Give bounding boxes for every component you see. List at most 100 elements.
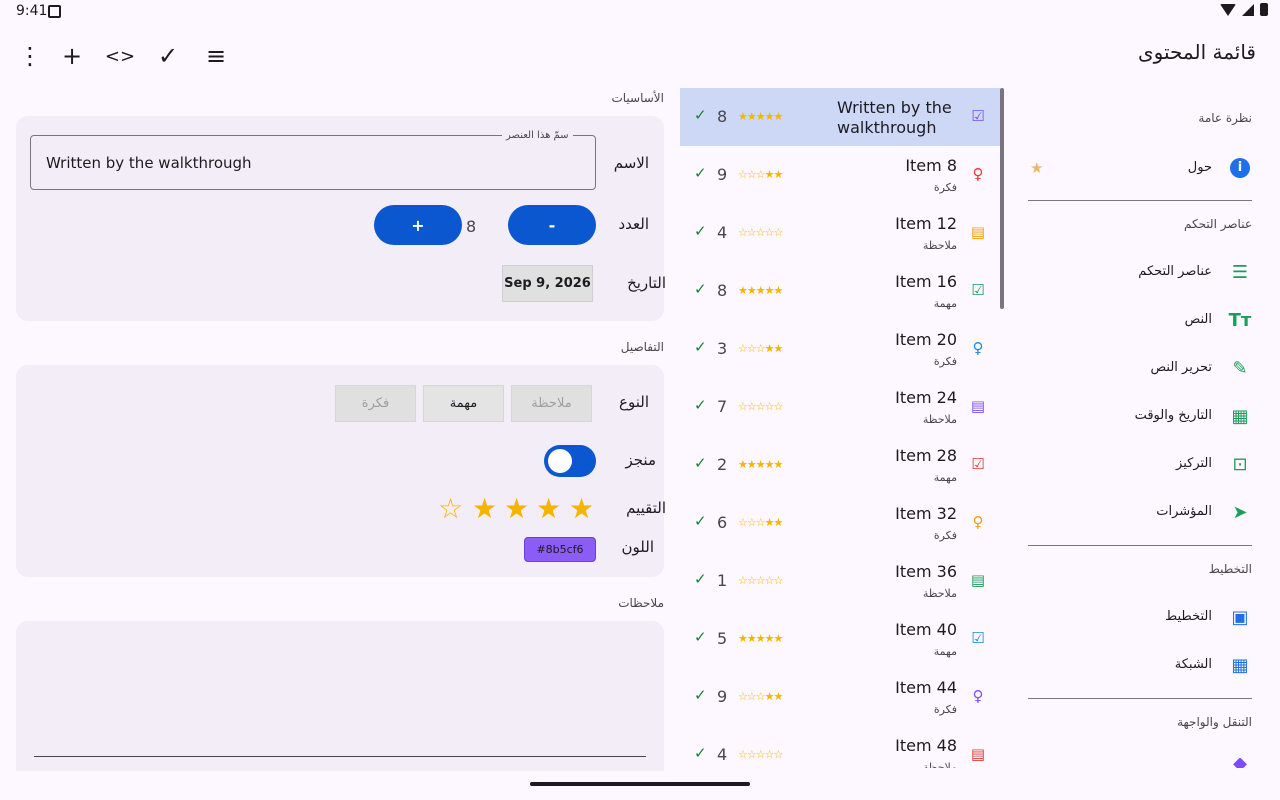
- list-item-count: 4: [717, 223, 728, 242]
- type-label: النوع: [619, 393, 649, 411]
- check-button[interactable]: ✓: [152, 40, 184, 72]
- list-item[interactable]: ✓ 1 ☆☆☆☆☆ Item 36 ملاحظة ▤: [680, 552, 1000, 610]
- nav-item-focus[interactable]: التركيز: [1176, 456, 1212, 471]
- list-item-subtitle: ملاحظة: [922, 761, 957, 768]
- list-item-subtitle: ملاحظة: [922, 587, 957, 600]
- details-section-label: التفاصيل: [620, 340, 664, 354]
- list-item[interactable]: ✓ 7 ☆☆☆☆☆ Item 24 ملاحظة ▤: [680, 378, 1000, 436]
- nav-item-layout[interactable]: التخطيط: [1165, 609, 1212, 624]
- color-picker-button[interactable]: #8b5cf6: [524, 537, 596, 562]
- list-item-type-icon: ☑: [971, 455, 985, 473]
- list-item[interactable]: ✓ 5 ★★★★★ Item 40 مهمة ☑: [680, 610, 1000, 668]
- list-item-count: 9: [717, 165, 728, 184]
- list-item[interactable]: ✓ 6 ☆☆☆★★ Item 32 فكرة ♀: [680, 494, 1000, 552]
- type-option-note[interactable]: ملاحظة: [511, 385, 592, 422]
- list-item-type-icon: ▤: [970, 745, 986, 763]
- info-icon: i: [1228, 156, 1252, 180]
- list-item[interactable]: ✓ 4 ☆☆☆☆☆ Item 48 ملاحظة ▤: [680, 726, 1000, 768]
- list-item-count: 9: [717, 687, 728, 706]
- decrement-button[interactable]: -: [508, 205, 596, 245]
- rating-star-2[interactable]: ★: [536, 493, 561, 525]
- more-vert-icon: ⋮: [18, 42, 42, 70]
- list-item-subtitle: مهمة: [933, 645, 957, 658]
- filter-icon: ≡: [205, 42, 227, 70]
- rating-star-5[interactable]: ☆: [438, 493, 463, 525]
- notes-input[interactable]: [16, 621, 664, 771]
- rating-star-4[interactable]: ★: [472, 493, 497, 525]
- count-value: 8: [466, 217, 477, 236]
- list-item[interactable]: ✓ 8 ★★★★★ Item 16 مهمة ☑: [680, 262, 1000, 320]
- rating-star-3[interactable]: ★: [504, 493, 529, 525]
- list-item-subtitle: مهمة: [933, 297, 957, 310]
- list-item[interactable]: ✓ 2 ★★★★★ Item 28 مهمة ☑: [680, 436, 1000, 494]
- list-item-count: 1: [717, 571, 728, 590]
- check-icon: ✓: [694, 396, 707, 414]
- list-item[interactable]: ✓ 4 ☆☆☆☆☆ Item 12 ملاحظة ▤: [680, 204, 1000, 262]
- home-indicator[interactable]: [530, 782, 750, 786]
- list-item-count: 7: [717, 397, 728, 416]
- list-item-type-icon: ▤: [970, 571, 986, 589]
- filter-button[interactable]: ≡: [200, 40, 232, 72]
- type-option-task[interactable]: مهمة: [423, 385, 504, 422]
- list-item-rating: ☆☆☆☆☆: [738, 226, 783, 239]
- list-item[interactable]: ✓ 3 ☆☆☆★★ Item 20 فكرة ♀: [680, 320, 1000, 378]
- wifi-icon: [1220, 3, 1236, 16]
- nav-item-controls[interactable]: عناصر التحكم: [1138, 264, 1212, 279]
- list-item-rating: ★★★★★: [738, 632, 783, 645]
- list-item[interactable]: ✓ 9 ☆☆☆★★ Item 8 فكرة ♀: [680, 146, 1000, 204]
- text-fields-icon: Tт: [1228, 309, 1252, 331]
- date-picker-button[interactable]: Sep 9, 2026: [502, 265, 593, 302]
- add-button[interactable]: +: [56, 40, 88, 72]
- nav-item-text[interactable]: النص: [1185, 312, 1212, 327]
- dashboard-icon: ▣: [1231, 606, 1249, 628]
- list-item-subtitle: فكرة: [933, 355, 957, 368]
- count-label: العدد: [618, 215, 649, 233]
- list-item-title: Item 8: [905, 156, 957, 175]
- edit-document-icon: ✎: [1232, 357, 1248, 379]
- code-button[interactable]: <>: [104, 40, 136, 72]
- nav-header-navigation: التنقل والواجهة: [1177, 715, 1252, 729]
- list-item-subtitle: فكرة: [933, 529, 957, 542]
- name-input-value: Written by the walkthrough: [46, 154, 252, 172]
- list-item-type-icon: ▤: [970, 223, 986, 241]
- item-list[interactable]: ✓ 8 ★★★★★ Written by the walkthrough ☑ ✓ 9 ☆☆☆★…: [680, 88, 1000, 768]
- nav-item-about[interactable]: حول: [1188, 160, 1212, 175]
- rating-star-1[interactable]: ★: [569, 493, 594, 525]
- nav-item-date-time[interactable]: التاريخ والوقت: [1135, 408, 1212, 423]
- list-item[interactable]: ✓ 9 ☆☆☆★★ Item 44 فكرة ♀: [680, 668, 1000, 726]
- check-icon: ✓: [694, 454, 707, 472]
- list-item-title: Item 24: [895, 388, 957, 407]
- notes-section-label: ملاحظات: [618, 596, 664, 610]
- sim-icon: [48, 5, 61, 18]
- check-icon: ✓: [694, 222, 707, 240]
- increment-button[interactable]: +: [374, 205, 462, 245]
- nav-item-indicators[interactable]: المؤشرات: [1156, 504, 1212, 519]
- check-icon: ✓: [694, 686, 707, 704]
- list-item-rating: ☆☆☆★★: [738, 690, 783, 703]
- basics-section-label: الأساسيات: [611, 91, 664, 105]
- nav-divider: [1028, 200, 1252, 201]
- list-item-subtitle: مهمة: [933, 471, 957, 484]
- rating-label: التقييم: [626, 499, 666, 517]
- signal-icon: [1242, 3, 1254, 16]
- date-label: التاريخ: [627, 274, 666, 292]
- favorite-star-icon[interactable]: ★: [1030, 159, 1043, 177]
- list-scrollbar[interactable]: [1000, 88, 1004, 309]
- list-item-type-icon: ☑: [971, 281, 985, 299]
- nav-divider: [1028, 698, 1252, 699]
- list-item-count: 4: [717, 745, 728, 764]
- notes-underline: [34, 756, 646, 757]
- type-option-idea[interactable]: فكرة: [335, 385, 416, 422]
- nav-item-edit-text[interactable]: تحرير النص: [1150, 360, 1212, 375]
- list-item[interactable]: ✓ 8 ★★★★★ Written by the walkthrough ☑: [680, 88, 1000, 146]
- tune-icon: ☰: [1231, 261, 1249, 283]
- list-item-type-icon: ♀: [972, 513, 984, 531]
- list-item-rating: ☆☆☆☆☆: [738, 748, 783, 761]
- check-icon: ✓: [694, 512, 707, 530]
- nav-header-controls: عناصر التحكم: [1183, 217, 1252, 231]
- nav-divider: [1028, 545, 1252, 546]
- list-item-subtitle: فكرة: [933, 181, 957, 194]
- nav-item-grid[interactable]: الشبكة: [1175, 657, 1212, 672]
- check-icon: ✓: [694, 628, 707, 646]
- more-options-button[interactable]: ⋮: [14, 40, 46, 72]
